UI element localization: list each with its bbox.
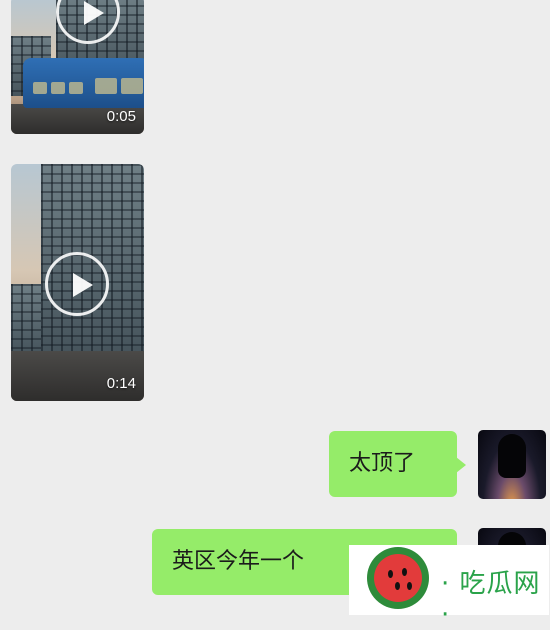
play-icon[interactable] (45, 252, 109, 316)
message-text: 英区今年一个 (172, 549, 305, 574)
video-duration: 0:14 (106, 375, 136, 392)
video-message[interactable]: 0:05 (11, 0, 144, 134)
avatar-silhouette (498, 434, 526, 478)
avatar[interactable] (478, 430, 546, 499)
watermelon-icon (367, 547, 429, 609)
watermark-text: · 吃瓜网 · (441, 569, 541, 630)
chat-bubble-outgoing[interactable]: 太顶了 (329, 431, 466, 497)
watermark: · 吃瓜网 · (349, 545, 549, 630)
video-duration: 0:05 (106, 108, 136, 125)
video-message[interactable]: 0:14 (11, 164, 144, 401)
message-text: 太顶了 (349, 451, 416, 476)
